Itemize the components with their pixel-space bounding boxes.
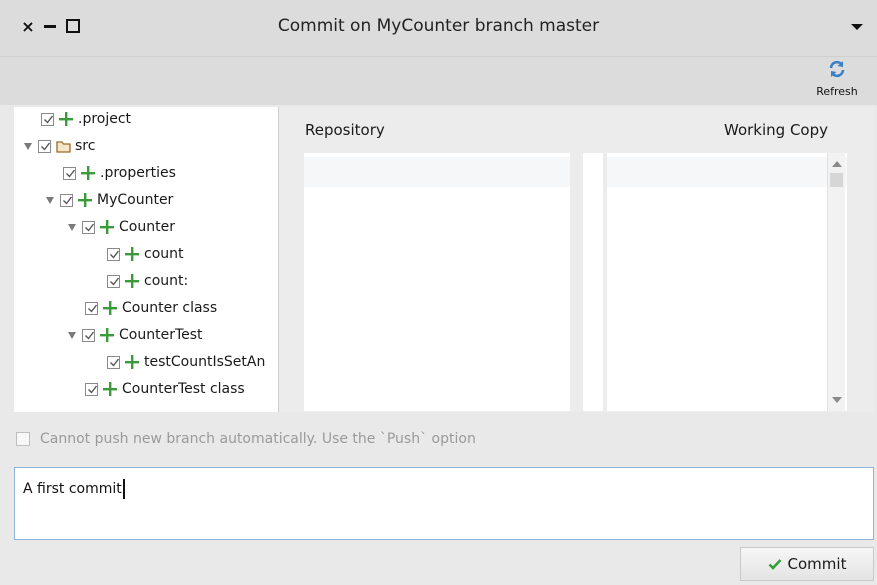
toolbar: Refresh (0, 57, 877, 105)
checkbox-icon[interactable] (107, 355, 120, 369)
push-checkbox (16, 432, 30, 446)
expand-arrow-icon[interactable] (24, 142, 32, 150)
plus-icon (103, 382, 117, 396)
checkmark-icon (768, 559, 781, 570)
tree-item-count-setter[interactable]: count: (107, 269, 188, 293)
checkbox-icon[interactable] (82, 220, 95, 234)
commit-label: Commit (787, 555, 847, 573)
expand-arrow-icon[interactable] (46, 196, 54, 204)
plus-icon (78, 193, 92, 207)
plus-icon (103, 301, 117, 315)
checkbox-icon[interactable] (38, 139, 51, 153)
window-menu-icon[interactable] (851, 24, 863, 30)
checkbox-icon[interactable] (85, 301, 98, 315)
commit-button[interactable]: Commit (740, 547, 874, 581)
refresh-icon (827, 59, 847, 83)
expand-arrow-icon[interactable] (68, 223, 76, 231)
diff-panel: Repository Working Copy (278, 107, 874, 412)
tree-item-counter[interactable]: Counter (68, 215, 175, 239)
tree-item-testcount[interactable]: testCountIsSetAn (107, 350, 265, 374)
repository-pane[interactable] (304, 153, 570, 411)
refresh-button[interactable]: Refresh (815, 57, 859, 99)
tree-item-label: count (144, 246, 184, 262)
refresh-label: Refresh (816, 85, 858, 98)
title-bar: × Commit on MyCounter branch master (0, 0, 877, 57)
window-title: Commit on MyCounter branch master (277, 16, 600, 36)
plus-icon (81, 166, 95, 180)
repository-header: Repository (305, 121, 385, 139)
checkbox-icon[interactable] (60, 193, 73, 207)
plus-icon (100, 328, 114, 342)
tree-item-properties[interactable]: .properties (63, 161, 176, 185)
checkbox-icon[interactable] (41, 112, 54, 126)
folder-icon (56, 140, 71, 153)
plus-icon (125, 274, 139, 288)
commit-message-field[interactable]: A first commit (14, 467, 874, 540)
vertical-scrollbar[interactable] (827, 153, 845, 411)
working-copy-header: Working Copy (724, 121, 828, 139)
checkbox-icon[interactable] (85, 382, 98, 396)
tree-item-label: src (75, 138, 96, 154)
push-label: Cannot push new branch automatically. Us… (40, 431, 476, 447)
plus-icon (125, 247, 139, 261)
changes-tree[interactable]: .project src .properties MyCounter Count… (14, 107, 278, 412)
scroll-down-icon[interactable] (832, 397, 842, 403)
tree-item-label: count: (144, 273, 189, 289)
checkbox-icon[interactable] (82, 328, 95, 342)
tree-item-countertest[interactable]: CounterTest (68, 323, 203, 347)
tree-item-count[interactable]: count (107, 242, 184, 266)
tree-item-label: .properties (100, 165, 176, 181)
checkbox-icon[interactable] (107, 247, 120, 261)
plus-icon (100, 220, 114, 234)
tree-item-project[interactable]: .project (41, 107, 131, 131)
push-option: Cannot push new branch automatically. Us… (16, 431, 476, 447)
tree-item-label: CounterTest class (122, 381, 245, 397)
scroll-up-icon[interactable] (832, 161, 842, 167)
text-caret (122, 479, 125, 499)
checkbox-icon[interactable] (107, 274, 120, 288)
tree-item-label: testCountIsSetAn (144, 354, 266, 370)
tree-item-label: CounterTest (119, 327, 203, 343)
working-copy-pane[interactable] (607, 153, 847, 411)
tree-item-src[interactable]: src (24, 134, 95, 158)
expand-arrow-icon[interactable] (68, 331, 76, 339)
scroll-thumb[interactable] (830, 173, 843, 187)
tree-item-countertest-class[interactable]: CounterTest class (85, 377, 245, 401)
checkbox-icon[interactable] (63, 166, 76, 180)
tree-item-label: Counter (119, 219, 175, 235)
diff-gutter (583, 153, 603, 411)
commit-message-text: A first commit (23, 481, 122, 497)
tree-item-label: Counter class (122, 300, 218, 316)
plus-icon (125, 355, 139, 369)
tree-item-mycounter[interactable]: MyCounter (46, 188, 173, 212)
tree-item-label: MyCounter (97, 192, 174, 208)
tree-item-label: .project (78, 111, 132, 127)
tree-item-counter-class[interactable]: Counter class (85, 296, 217, 320)
plus-icon (59, 112, 73, 126)
